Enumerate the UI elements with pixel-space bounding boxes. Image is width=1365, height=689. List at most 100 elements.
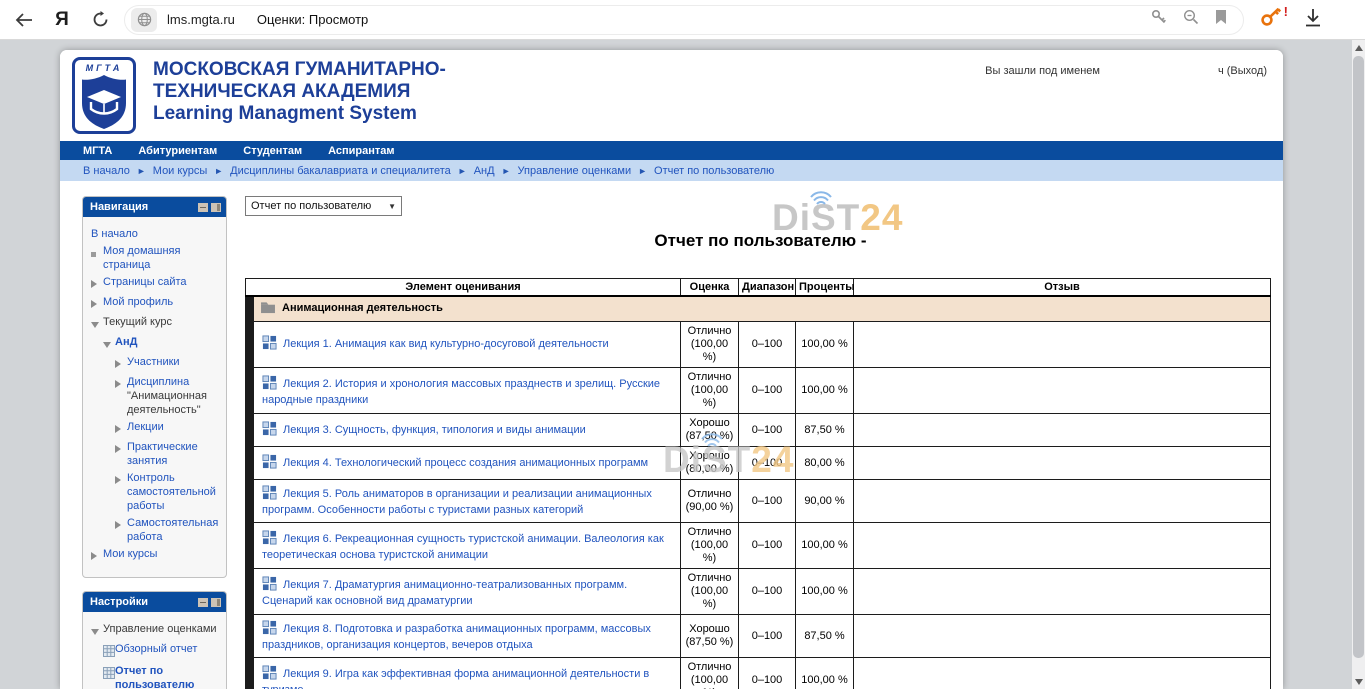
grade-item-link-0[interactable]: Лекция 1. Анимация как вид культурно-дос…	[283, 338, 609, 350]
feedback-cell	[854, 368, 1271, 414]
dock-block-icon[interactable]	[211, 598, 221, 607]
caret-right-icon[interactable]	[91, 552, 97, 560]
sidebar-link-navigation-10[interactable]: Контроль самостоятельной работы	[127, 472, 216, 512]
breadcrumb-link-4[interactable]: Управление оценками	[518, 165, 632, 177]
caret-right-icon[interactable]	[115, 380, 121, 388]
breadcrumb-link-2[interactable]: Дисциплины бакалавриата и специалитета	[230, 165, 451, 177]
logout-link[interactable]: ч (Выход)	[1218, 65, 1267, 77]
bullet-square-icon	[91, 252, 96, 257]
sidebar-link-navigation-5[interactable]: АнД	[115, 336, 137, 348]
collapse-block-icon[interactable]	[198, 203, 208, 212]
feedback-cell	[854, 414, 1271, 447]
range-cell: 0–100	[739, 658, 796, 689]
reload-icon[interactable]	[86, 6, 114, 34]
grade-percent-detail: (100,00 %)	[683, 384, 736, 410]
caret-right-icon[interactable]	[91, 280, 97, 288]
report-select-value: Отчет по пользователю	[251, 200, 371, 212]
grade-cell: Хорошо(80,00 %)	[681, 447, 739, 480]
caret-right-icon[interactable]	[115, 360, 121, 368]
sidebar-link-navigation-1[interactable]: Моя домашняя страница	[103, 245, 180, 271]
navigation-item-10: Контроль самостоятельной работы	[91, 471, 223, 513]
grade-item-cell: Лекция 4. Технологический процесс создан…	[254, 447, 681, 480]
navigation-item-12: Мои курсы	[91, 547, 223, 564]
grade-item-link-3[interactable]: Лекция 4. Технологический процесс создан…	[283, 457, 648, 469]
watermark-signal-icon	[808, 188, 834, 206]
scroll-up-icon[interactable]	[1355, 45, 1363, 51]
sidebar-link-navigation-6[interactable]: Участники	[127, 356, 180, 368]
row-indent-cell	[246, 658, 254, 689]
download-icon[interactable]	[1304, 8, 1322, 32]
breadcrumb-link-1[interactable]: Мои курсы	[153, 165, 207, 177]
grade-item-link-2[interactable]: Лекция 3. Сущность, функция, типология и…	[283, 424, 586, 436]
grade-percent-detail: (90,00 %)	[683, 501, 736, 514]
login-prefix: Вы зашли под именем	[985, 65, 1100, 77]
lesson-icon	[262, 665, 277, 684]
sidebar-link-navigation-0[interactable]: В начало	[91, 228, 138, 240]
password-key-icon[interactable]	[1151, 9, 1167, 30]
breadcrumb-link-5[interactable]: Отчет по пользователю	[654, 165, 774, 177]
grade-item-link-8[interactable]: Лекция 9. Игра как эффективная форма ани…	[262, 668, 649, 689]
navbar-item-1[interactable]: Абитуриентам	[138, 145, 217, 157]
grade-cell: Отлично(100,00 %)	[681, 569, 739, 615]
sidebar-link-settings-1[interactable]: Обзорный отчет	[115, 643, 197, 655]
grade-cell: Хорошо(87,50 %)	[681, 615, 739, 658]
sidebar-link-navigation-9[interactable]: Практические занятия	[127, 441, 198, 467]
sidebar-link-navigation-3[interactable]: Мой профиль	[103, 296, 173, 308]
address-bar[interactable]: lms.mgta.ru Оценки: Просмотр	[124, 5, 1244, 35]
collapse-block-icon[interactable]	[198, 598, 208, 607]
grade-item-link-4[interactable]: Лекция 5. Роль аниматоров в организации …	[262, 488, 652, 516]
browser-scrollbar[interactable]	[1352, 40, 1365, 689]
settings-block-title: Настройки	[90, 596, 195, 608]
breadcrumb-link-3[interactable]: АнД	[474, 165, 495, 177]
dock-block-icon[interactable]	[211, 203, 221, 212]
row-indent-cell	[246, 447, 254, 480]
caret-right-icon[interactable]	[115, 445, 121, 453]
caret-down-icon[interactable]	[103, 342, 111, 348]
caret-down-icon[interactable]	[91, 629, 99, 635]
address-url[interactable]: lms.mgta.ru	[167, 12, 235, 27]
grade-value: Хорошо	[683, 450, 736, 463]
grade-item-link-5[interactable]: Лекция 6. Рекреационная сущность туристс…	[262, 533, 664, 561]
report-type-select[interactable]: Отчет по пользователю ▼	[245, 196, 402, 216]
grade-item-link-1[interactable]: Лекция 2. История и хронология массовых …	[262, 378, 660, 406]
yandex-browser-icon[interactable]: Я	[48, 6, 76, 34]
sidebar-link-navigation-8[interactable]: Лекции	[127, 421, 164, 433]
sidebar-link-navigation-7[interactable]: Дисциплина	[127, 376, 189, 388]
caret-right-icon[interactable]	[115, 521, 121, 529]
navbar-item-3[interactable]: Аспирантам	[328, 145, 394, 157]
breadcrumb-separator: ►	[638, 166, 647, 176]
scrollbar-thumb[interactable]	[1353, 56, 1364, 658]
sidebar-link-navigation-2[interactable]: Страницы сайта	[103, 276, 187, 288]
lesson-icon	[262, 454, 277, 473]
navbar-item-2[interactable]: Студентам	[243, 145, 302, 157]
grade-item-link-6[interactable]: Лекция 7. Драматургия анимационно-театра…	[262, 579, 627, 607]
bookmark-icon[interactable]	[1215, 10, 1227, 30]
lesson-icon	[262, 421, 277, 440]
scroll-down-icon[interactable]	[1355, 679, 1363, 685]
sidebar-link-settings-2[interactable]: Отчет по пользователю	[115, 665, 194, 689]
category-indent-cell	[246, 296, 254, 322]
grade-cell: Отлично(100,00 %)	[681, 368, 739, 414]
grade-row-0: Лекция 1. Анимация как вид культурно-дос…	[246, 322, 1271, 368]
sidebar-link-navigation-12[interactable]: Мои курсы	[103, 548, 157, 560]
feedback-cell	[854, 480, 1271, 523]
range-cell: 0–100	[739, 447, 796, 480]
navbar-item-0[interactable]: МГТА	[83, 145, 112, 157]
academy-logo: МГТА	[72, 57, 136, 134]
caret-down-icon[interactable]	[91, 322, 99, 328]
select-caret-icon: ▼	[388, 202, 396, 211]
back-icon[interactable]	[10, 6, 38, 34]
percent-cell: 100,00 %	[796, 322, 854, 368]
row-indent-cell	[246, 523, 254, 569]
grade-item-link-7[interactable]: Лекция 8. Подготовка и разработка анимац…	[262, 623, 651, 651]
grade-percent-detail: (87,50 %)	[683, 636, 736, 649]
breadcrumb-link-0[interactable]: В начало	[83, 165, 130, 177]
caret-right-icon[interactable]	[91, 300, 97, 308]
caret-right-icon[interactable]	[115, 476, 121, 484]
sidebar-link-navigation-11[interactable]: Самостоятельная работа	[127, 517, 218, 543]
percent-cell: 87,50 %	[796, 615, 854, 658]
grade-percent-detail: (100,00 %)	[683, 585, 736, 611]
zoom-page-icon[interactable]	[1183, 9, 1199, 30]
caret-right-icon[interactable]	[115, 425, 121, 433]
extension-key-icon[interactable]: !	[1260, 6, 1282, 33]
